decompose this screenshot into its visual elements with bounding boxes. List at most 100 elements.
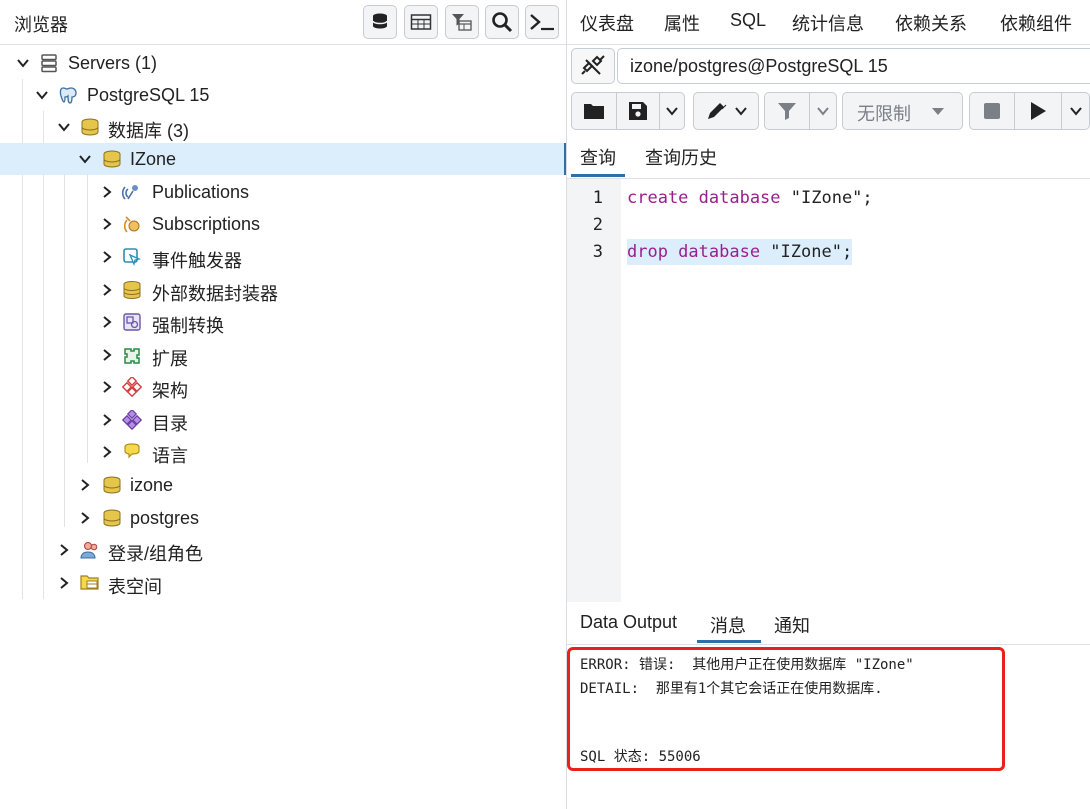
chevron-right-icon[interactable] xyxy=(99,184,115,200)
tab-properties[interactable]: 属性 xyxy=(664,10,700,36)
tree-item-databases[interactable]: 数据库 (3) xyxy=(0,111,566,143)
tab-dashboard[interactable]: 仪表盘 xyxy=(580,10,634,36)
tree-item-event-triggers[interactable]: 事件触发器 xyxy=(0,241,566,273)
language-icon xyxy=(124,443,140,459)
tree-item-extensions[interactable]: 扩展 xyxy=(0,339,566,371)
chevron-down-icon[interactable] xyxy=(77,151,93,167)
chevron-down-icon[interactable] xyxy=(34,87,50,103)
main-tabs: 仪表盘 属性 SQL 统计信息 依赖关系 依赖组件 xyxy=(567,0,1090,45)
chevron-down-icon[interactable] xyxy=(15,55,31,71)
tree-item-roles[interactable]: 登录/组角色 xyxy=(0,534,566,566)
tree-item-languages[interactable]: 语言 xyxy=(0,436,566,468)
tab-sql[interactable]: SQL xyxy=(730,10,766,31)
chevron-down-icon xyxy=(666,107,678,116)
chevron-down-icon xyxy=(1069,107,1082,116)
chevron-down-icon xyxy=(817,107,829,116)
chevron-right-icon[interactable] xyxy=(77,510,93,526)
filter-button[interactable] xyxy=(765,93,809,129)
tab-notifications[interactable]: 通知 xyxy=(774,612,810,638)
tree-item-servers[interactable]: Servers (1) xyxy=(0,47,566,79)
chevron-right-icon[interactable] xyxy=(99,249,115,265)
tree-item-publications[interactable]: Publications xyxy=(0,176,566,208)
save-file-button[interactable] xyxy=(617,93,659,129)
chevron-right-icon[interactable] xyxy=(56,542,72,558)
tab-query-history[interactable]: 查询历史 xyxy=(645,144,717,170)
tab-dependencies[interactable]: 依赖关系 xyxy=(895,10,967,36)
view-data-button[interactable] xyxy=(404,5,438,39)
tree-item-casts[interactable]: 强制转换 xyxy=(0,306,566,338)
save-icon xyxy=(629,102,647,120)
search-objects-button[interactable] xyxy=(485,5,519,39)
chevron-right-icon[interactable] xyxy=(99,314,115,330)
event-trigger-icon xyxy=(123,248,141,266)
tree-label: 架构 xyxy=(152,381,188,401)
chevron-right-icon[interactable] xyxy=(99,379,115,395)
tree-item-subscriptions[interactable]: Subscriptions xyxy=(0,208,566,240)
execute-button[interactable] xyxy=(1015,93,1061,129)
row-limit-select[interactable]: 无限制 xyxy=(842,92,963,130)
edit-button-group[interactable] xyxy=(693,92,759,130)
tab-data-output[interactable]: Data Output xyxy=(580,612,677,633)
folder-icon xyxy=(584,104,604,119)
object-explorer-button[interactable] xyxy=(363,5,397,39)
tree-item-tablespaces[interactable]: 表空间 xyxy=(0,567,566,599)
tree-item-schemas[interactable]: 架构 xyxy=(0,371,566,403)
code-line[interactable]: create database "IZone"; xyxy=(627,185,873,211)
connection-field[interactable]: izone/postgres@PostgreSQL 15 xyxy=(617,48,1090,84)
catalog-icon xyxy=(122,410,142,430)
tree-item-catalogs[interactable]: 目录 xyxy=(0,404,566,436)
tree-item-postgres-db[interactable]: postgres xyxy=(0,502,566,534)
psql-tool-button[interactable] xyxy=(525,5,559,39)
fdw-icon xyxy=(123,281,141,300)
chevron-right-icon[interactable] xyxy=(99,444,115,460)
search-icon xyxy=(492,12,513,33)
tree-label: Subscriptions xyxy=(152,214,261,234)
filter-dropdown[interactable] xyxy=(810,93,836,129)
query-tabs: 查询 查询历史 xyxy=(567,136,1090,179)
tree-label: postgres xyxy=(130,508,200,528)
save-options-dropdown[interactable] xyxy=(660,93,684,129)
extension-icon xyxy=(124,348,140,364)
chevron-right-icon[interactable] xyxy=(99,347,115,363)
active-tab-indicator xyxy=(571,174,625,177)
connection-status-button[interactable] xyxy=(571,48,615,84)
publication-icon xyxy=(122,185,138,200)
sql-editor[interactable]: 1 2 3 create database "IZone"; drop data… xyxy=(567,179,1090,602)
stop-button[interactable] xyxy=(970,93,1014,129)
highlight-box xyxy=(567,647,1005,771)
tab-statistics[interactable]: 统计信息 xyxy=(792,10,864,36)
tree-item-izone-selected[interactable]: IZone xyxy=(0,143,566,175)
tree-label: Servers (1) xyxy=(68,53,158,73)
tree-item-izone-db[interactable]: izone xyxy=(0,469,566,501)
tree-item-fdw[interactable]: 外部数据封装器 xyxy=(0,274,566,306)
tree-label: 目录 xyxy=(152,414,188,434)
schema-icon xyxy=(122,377,142,397)
pencil-icon xyxy=(708,103,727,119)
tree-label: 登录/组角色 xyxy=(108,544,204,564)
chevron-right-icon[interactable] xyxy=(99,216,115,232)
filtered-rows-button[interactable] xyxy=(445,5,479,39)
tree-label: 扩展 xyxy=(152,349,188,369)
chevron-right-icon[interactable] xyxy=(99,282,115,298)
tab-query[interactable]: 查询 xyxy=(580,144,616,170)
tree-item-server[interactable]: PostgreSQL 15 xyxy=(0,79,566,111)
table-icon xyxy=(410,14,432,30)
connection-string: izone/postgres@PostgreSQL 15 xyxy=(630,56,888,76)
browser-panel: 浏览器 Servers (1) PostgreSQL 15 数据库 (3) IZ… xyxy=(0,0,566,809)
code-line-selected[interactable]: drop database "IZone"; xyxy=(627,239,853,265)
execute-options-dropdown[interactable] xyxy=(1062,93,1089,129)
open-file-button[interactable] xyxy=(572,93,616,129)
active-tab-indicator xyxy=(697,640,761,643)
chevron-right-icon[interactable] xyxy=(77,477,93,493)
query-tool-panel: 仪表盘 属性 SQL 统计信息 依赖关系 依赖组件 izone/postgres… xyxy=(567,0,1090,809)
chevron-right-icon[interactable] xyxy=(56,575,72,591)
tree-label: 强制转换 xyxy=(152,316,224,336)
edit-menu-button[interactable] xyxy=(700,93,754,129)
chevron-right-icon[interactable] xyxy=(99,412,115,428)
tab-messages[interactable]: 消息 xyxy=(710,612,746,638)
chevron-down-icon[interactable] xyxy=(56,119,72,135)
tab-dependents[interactable]: 依赖组件 xyxy=(1000,10,1072,36)
tree-label: 语言 xyxy=(152,446,188,466)
query-toolbar: 无限制 xyxy=(571,92,1090,132)
subscription-icon xyxy=(123,216,140,233)
